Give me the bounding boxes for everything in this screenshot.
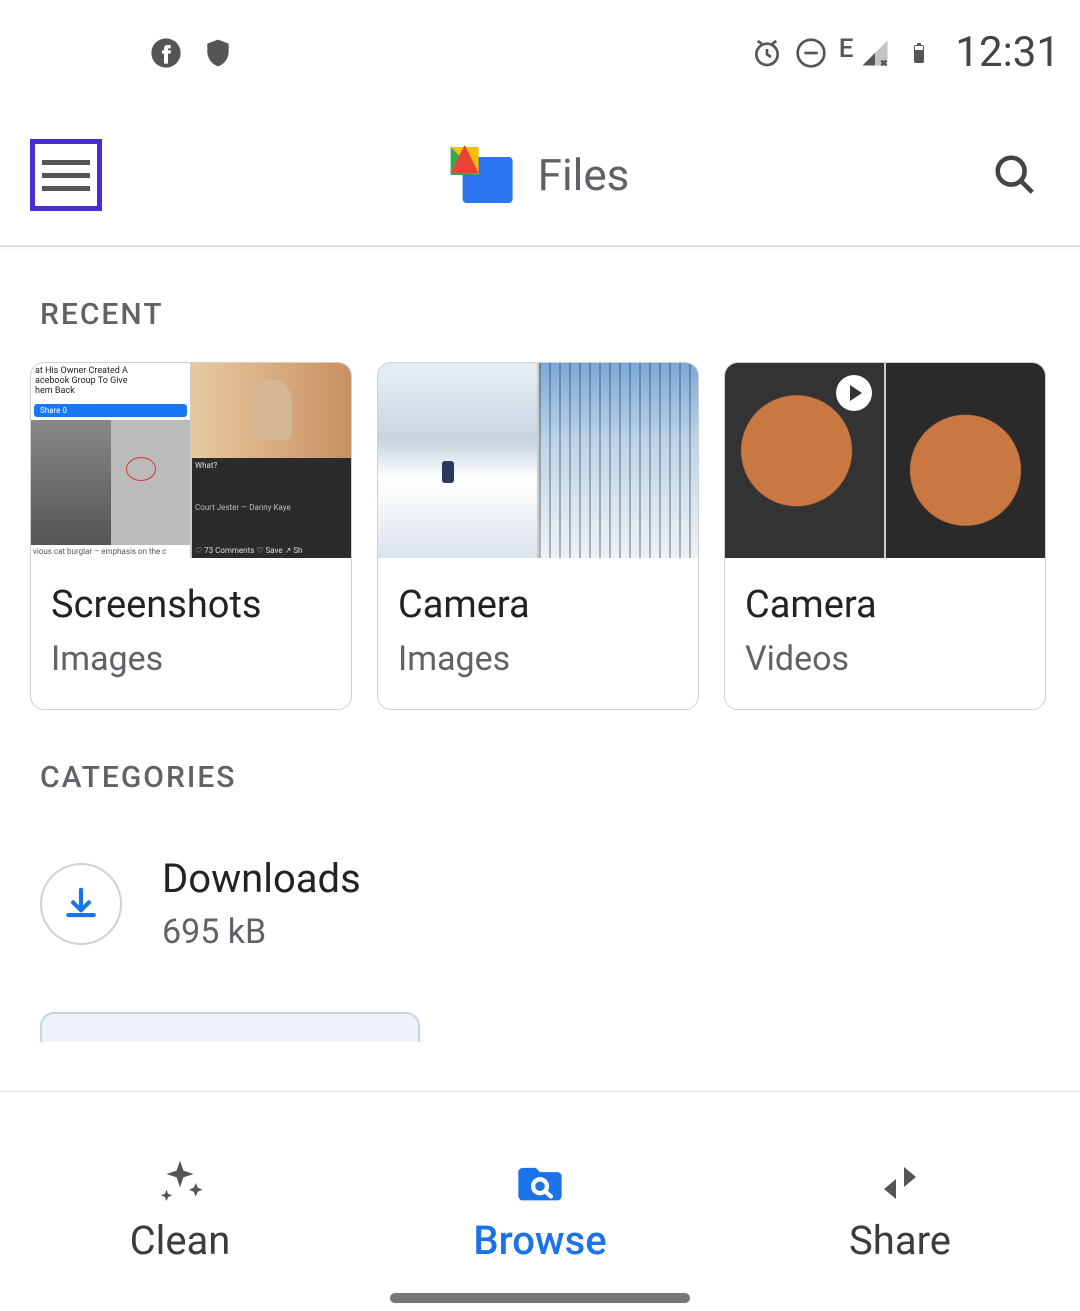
recent-card-subtitle: Images <box>398 639 678 679</box>
nav-label: Browse <box>473 1217 606 1264</box>
category-size: 695 kB <box>162 912 361 952</box>
status-right: E 12:31 <box>751 28 1060 77</box>
shield-icon <box>202 37 234 69</box>
swap-icon <box>872 1159 928 1207</box>
recent-thumbnail <box>378 363 698 558</box>
categories-header: CATEGORIES <box>0 710 1080 825</box>
recent-scroll[interactable]: at His Owner Created Aacebook Group To G… <box>0 362 1080 710</box>
network-type: E <box>839 34 854 64</box>
alarm-icon <box>751 37 783 69</box>
battery-icon <box>903 37 935 69</box>
folder-search-icon <box>512 1159 568 1207</box>
nav-browse[interactable]: Browse <box>360 1092 720 1311</box>
recent-card-title: Camera <box>745 583 1025 627</box>
nav-clean[interactable]: Clean <box>0 1092 360 1311</box>
nav-share[interactable]: Share <box>720 1092 1080 1311</box>
recent-thumbnail: at His Owner Created Aacebook Group To G… <box>31 363 351 558</box>
nav-label: Clean <box>130 1217 231 1264</box>
nav-label: Share <box>849 1217 951 1264</box>
recent-card-camera-images[interactable]: Camera Images <box>377 362 699 710</box>
category-title: Downloads <box>162 855 361 902</box>
search-button[interactable] <box>990 150 1040 200</box>
recent-card-subtitle: Videos <box>745 639 1025 679</box>
sparkle-icon <box>152 1159 208 1207</box>
category-downloads[interactable]: Downloads 695 kB <box>0 825 1080 982</box>
clock-time: 12:31 <box>955 28 1060 77</box>
status-bar: E 12:31 <box>0 0 1080 105</box>
recent-card-subtitle: Images <box>51 639 331 679</box>
app-bar: Files <box>0 105 1080 247</box>
facebook-icon <box>150 37 182 69</box>
recent-card-screenshots[interactable]: at His Owner Created Aacebook Group To G… <box>30 362 352 710</box>
menu-button[interactable] <box>30 139 102 211</box>
signal-icon <box>859 37 891 69</box>
play-icon <box>836 375 872 411</box>
recent-card-title: Camera <box>398 583 678 627</box>
recent-header: RECENT <box>0 247 1080 362</box>
dnd-icon <box>795 37 827 69</box>
app-title-wrap: Files <box>451 147 630 203</box>
files-logo-icon <box>451 147 513 203</box>
download-icon <box>40 863 122 945</box>
recent-card-camera-videos[interactable]: Camera Videos <box>724 362 1046 710</box>
status-left <box>150 37 234 69</box>
bottom-nav: Clean Browse Share <box>0 1091 1080 1311</box>
category-next-partial[interactable] <box>40 1012 420 1042</box>
home-indicator[interactable] <box>390 1293 690 1303</box>
recent-thumbnail <box>725 363 1045 558</box>
recent-card-title: Screenshots <box>51 583 331 627</box>
app-title: Files <box>538 149 630 201</box>
